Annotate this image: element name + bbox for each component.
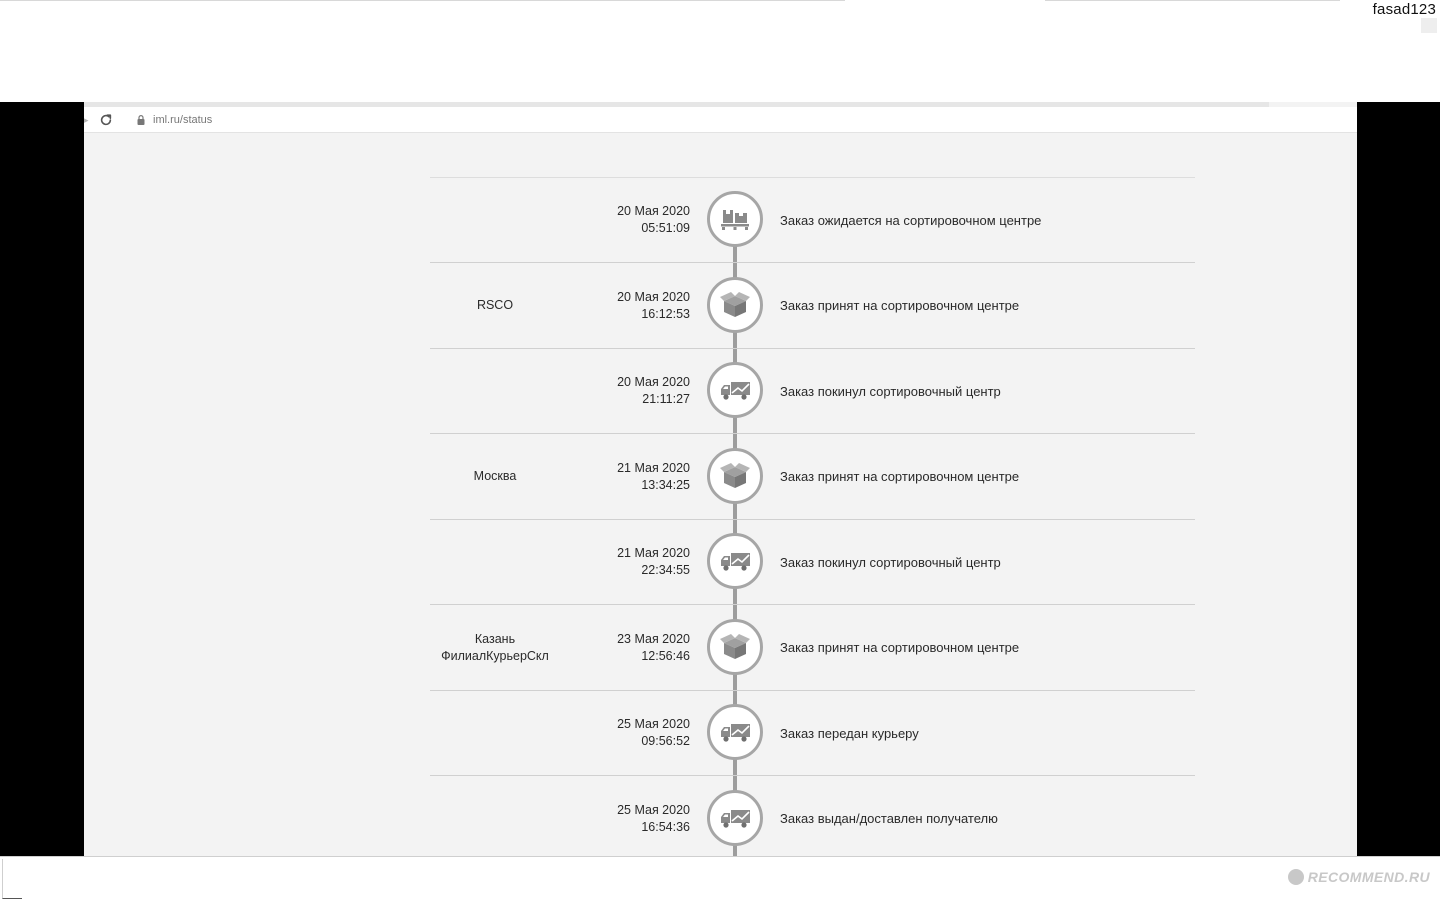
tracking-event: 25 Мая 2020 16:54:36 Заказ выдан/доставлен… (430, 776, 1195, 857)
url-text[interactable]: iml.ru/status (153, 114, 212, 126)
event-icon-circle (707, 447, 763, 504)
url-domain: iml.ru (153, 114, 180, 126)
event-time: 12:56:46 (641, 648, 690, 663)
lock-icon (137, 115, 145, 125)
event-icon-circle (707, 618, 763, 675)
event-datetime: 21 Мая 2020 13:34:25 (580, 434, 690, 520)
event-date: 20 Мая 2020 (617, 375, 690, 389)
event-date: 25 Мая 2020 (617, 717, 690, 731)
watermark-logo-icon (1287, 869, 1304, 885)
event-status: Заказ принят на сортировочном центре (780, 640, 1020, 655)
event-status: Заказ принят на сортировочном центре (780, 298, 1020, 313)
truck-icon (718, 373, 752, 407)
event-date: 21 Мая 2020 (617, 546, 690, 560)
tracking-event: Москва 21 Мая 2020 13:34:25 Заказ принят на… (430, 434, 1195, 520)
tracking-event: 20 Мая 2020 21:11:27 Заказ покинул сортиро… (430, 348, 1195, 434)
box-icon (718, 288, 752, 322)
event-location: Казань ФилиалКурьерСкл (430, 605, 560, 691)
event-icon-circle (707, 533, 763, 589)
tracking-timeline: 20 Мая 2020 05:51:09 Заказ ожидается на со… (430, 177, 1195, 856)
event-location (430, 519, 560, 605)
truck-icon (718, 715, 752, 749)
tracking-event: RSCO 20 Мая 2020 16:12:53 Заказ принят на с… (430, 263, 1195, 349)
event-status: Заказ покинул сортировочный центр (780, 383, 1001, 399)
address-bar[interactable]: ▸ iml.ru/status (84, 107, 1357, 133)
event-location: Москва (430, 434, 560, 520)
event-status: Заказ передан курьеру (780, 725, 919, 741)
event-location (430, 776, 560, 857)
event-time: 09:56:52 (641, 734, 690, 748)
scroll-corner (1421, 18, 1437, 33)
event-status: Заказ ожидается на сортировочном центре (780, 212, 1042, 228)
event-status: Заказ покинул сортировочный центр (780, 554, 1001, 570)
watermark: RECOMMEND.RU (1287, 869, 1430, 885)
event-icon-circle (707, 276, 763, 333)
event-time: 05:51:09 (641, 221, 690, 235)
event-time: 22:34:55 (641, 563, 690, 577)
event-time: 16:54:36 (641, 819, 690, 834)
event-location-line1: Москва (473, 469, 517, 483)
browser-window: ▸ iml.ru/status 20 Мая 2020 05:51:09 Заказ… (84, 102, 1357, 856)
event-datetime: 21 Мая 2020 22:34:55 (580, 519, 690, 605)
event-datetime: 20 Мая 2020 16:12:53 (580, 263, 690, 349)
top-area: fasad123 (0, 0, 1440, 102)
pallet-icon (718, 202, 752, 236)
screen-border-left (0, 102, 84, 856)
event-location-line1: RSCO (476, 298, 514, 312)
event-time: 21:11:27 (642, 392, 690, 406)
event-datetime: 20 Мая 2020 05:51:09 (580, 177, 690, 263)
event-datetime: 23 Мая 2020 12:56:46 (580, 605, 690, 691)
event-icon-circle (707, 362, 763, 418)
url-path: /status (179, 114, 213, 126)
event-time: 16:12:53 (641, 306, 690, 321)
bottom-area: RECOMMEND.RU (0, 856, 1440, 900)
watermark-text: RECOMMEND.RU (1307, 869, 1430, 885)
event-icon-circle (707, 789, 763, 846)
event-datetime: 25 Мая 2020 16:54:36 (580, 776, 690, 857)
tracking-event: 25 Мая 2020 09:56:52 Заказ передан курьеру (430, 690, 1195, 776)
event-date: 21 Мая 2020 (617, 460, 690, 475)
event-time: 13:34:25 (641, 477, 690, 492)
top-edge-line (0, 0, 845, 1)
event-date: 20 Мая 2020 (617, 289, 690, 304)
event-datetime: 20 Мая 2020 21:11:27 (580, 348, 690, 434)
event-date: 23 Мая 2020 (617, 631, 690, 646)
event-location-line1: Казань (474, 631, 516, 646)
event-datetime: 25 Мая 2020 09:56:52 (580, 690, 690, 776)
screen-border-right (1357, 102, 1440, 856)
event-location (430, 177, 560, 263)
box-icon (718, 630, 752, 664)
event-date: 25 Мая 2020 (617, 802, 690, 817)
box-icon (718, 459, 752, 493)
event-location-line2: ФилиалКурьерСкл (441, 648, 549, 663)
top-edge-line (1045, 0, 1340, 1)
corner-mark (2, 859, 22, 899)
event-location (430, 348, 560, 434)
event-status: Заказ принят на сортировочном центре (780, 469, 1020, 484)
event-icon-circle (707, 704, 763, 760)
truck-icon (718, 544, 752, 578)
event-location (430, 690, 560, 776)
tracking-event: Казань ФилиалКурьерСкл 23 Мая 2020 12:56:46… (430, 605, 1195, 691)
event-date: 20 Мая 2020 (617, 204, 690, 218)
tracking-event: 21 Мая 2020 22:34:55 Заказ покинул сортиро… (430, 519, 1195, 605)
tracking-event: 20 Мая 2020 05:51:09 Заказ ожидается на со… (430, 177, 1195, 263)
event-icon-circle (707, 191, 763, 247)
truck-icon (718, 801, 752, 835)
event-location: RSCO (430, 263, 560, 349)
forward-icon[interactable]: ▸ (84, 115, 89, 126)
reload-icon[interactable] (99, 113, 113, 127)
username-label: fasad123 (1372, 1, 1436, 18)
event-status: Заказ выдан/доставлен получателю (780, 811, 998, 826)
